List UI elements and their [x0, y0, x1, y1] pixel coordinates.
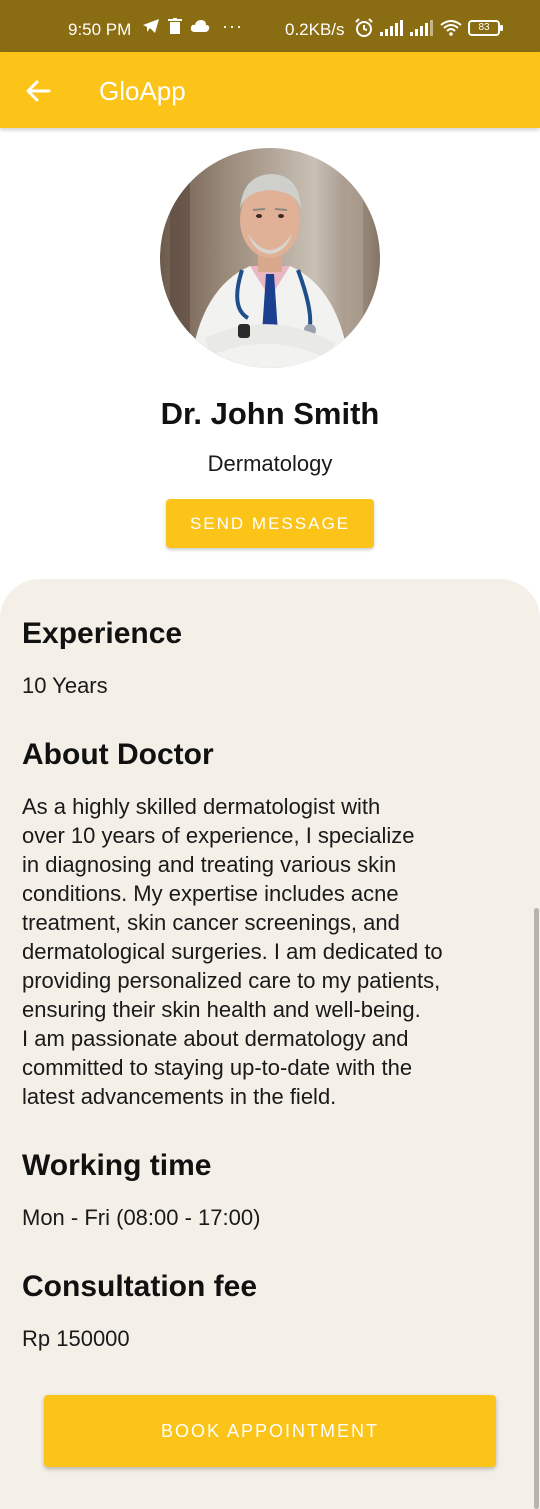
status-bar: 9:50 PM ··· 0.2KB/s 83: [0, 0, 540, 52]
about-line: providing personalized care to my patien…: [22, 968, 441, 993]
telegram-icon: [143, 19, 159, 33]
arrow-left-icon: [26, 80, 51, 102]
scrollbar[interactable]: [534, 908, 539, 1509]
experience-title: Experience: [22, 617, 183, 650]
working-time-title: Working time: [22, 1149, 212, 1182]
status-left-icons: [142, 18, 210, 34]
trash-icon: [168, 18, 182, 34]
experience-value: 10 Years: [22, 673, 108, 698]
consultation-fee-value: Rp 150000: [22, 1326, 130, 1351]
alarm-icon: [355, 18, 373, 37]
about-line: conditions. My expertise includes acne: [22, 881, 399, 906]
about-line: committed to staying up-to-date with the: [22, 1055, 413, 1080]
about-line: in diagnosing and treating various skin: [22, 852, 397, 877]
status-net-speed: 0.2KB/s: [285, 20, 345, 39]
doctor-name: Dr. John Smith: [160, 396, 380, 431]
signal-icon: [380, 20, 403, 36]
about-line: ensuring their skin health and well-bein…: [22, 997, 421, 1022]
about-text: As a highly skilled dermatologist with o…: [22, 792, 512, 1111]
working-time-value: Mon - Fri (08:00 - 17:00): [22, 1205, 261, 1230]
about-line: I am passionate about dermatology and: [22, 1026, 409, 1051]
consultation-fee-title: Consultation fee: [22, 1270, 258, 1303]
about-title: About Doctor: [22, 738, 214, 771]
status-right-icons: 83: [354, 18, 503, 38]
doctor-specialty: Dermatology: [207, 451, 333, 476]
battery-icon: 83: [468, 20, 503, 36]
about-line: dermatological surgeries. I am dedicated…: [22, 939, 443, 964]
status-time: 9:50 PM: [68, 20, 132, 39]
about-line: over 10 years of experience, I specializ…: [22, 823, 415, 848]
cloud-icon: [190, 20, 210, 32]
about-line: treatment, skin cancer screenings, and: [22, 910, 400, 935]
back-button[interactable]: [22, 74, 56, 108]
about-line: As a highly skilled dermatologist with: [22, 794, 381, 819]
signal-icon: [410, 20, 433, 36]
status-more-dots: ···: [222, 16, 243, 36]
book-appointment-button[interactable]: BOOK APPOINTMENT: [44, 1395, 496, 1467]
doctor-avatar: [160, 148, 380, 368]
send-message-button[interactable]: SEND MESSAGE: [166, 499, 374, 548]
about-line: latest advancements in the field.: [22, 1084, 337, 1109]
wifi-icon: [440, 20, 462, 36]
app-title: GloApp: [99, 76, 186, 106]
app-bar: GloApp: [0, 52, 540, 128]
